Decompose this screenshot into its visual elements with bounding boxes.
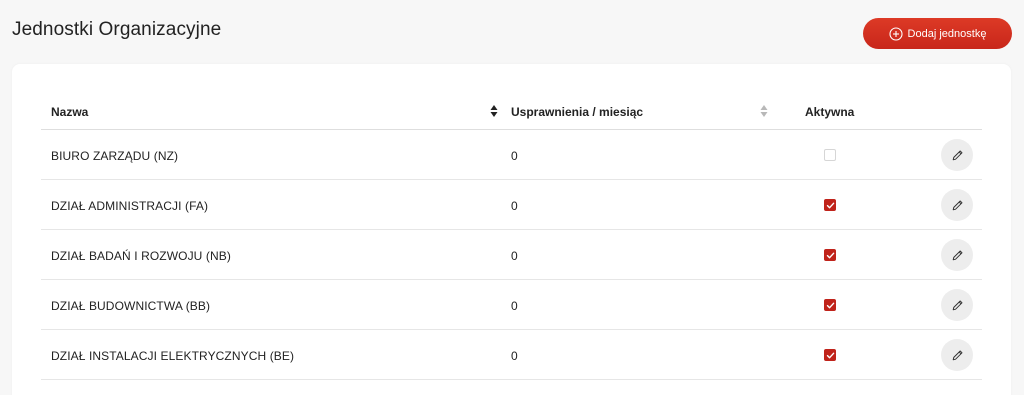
- unit-name: BIURO ZARZĄDU (NZ): [51, 149, 179, 163]
- edit-button[interactable]: [941, 289, 973, 321]
- units-card: Nazwa Usprawnienia / miesiąc Aktywna BIU…: [12, 64, 1011, 395]
- column-header-active: Aktywna: [805, 105, 855, 119]
- pencil-icon: [952, 150, 962, 160]
- table-row: DZIAŁ INSTALACJI ELEKTRYCZNYCH (BE) 0: [41, 330, 982, 380]
- unit-name: DZIAŁ INSTALACJI ELEKTRYCZNYCH (BE): [51, 349, 295, 363]
- edit-button[interactable]: [941, 139, 973, 171]
- add-unit-button[interactable]: Dodaj jednostkę: [863, 18, 1012, 49]
- active-checkbox[interactable]: [824, 349, 836, 361]
- unit-name: DZIAŁ BUDOWNICTWA (BB): [51, 299, 211, 313]
- column-header-improvements[interactable]: Usprawnienia / miesiąc: [511, 105, 643, 119]
- pencil-icon: [952, 350, 962, 360]
- check-icon: [826, 302, 834, 308]
- sort-ascending-icon[interactable]: [490, 104, 498, 118]
- unit-name: DZIAŁ BADAŃ I ROZWOJU (NB): [51, 249, 231, 263]
- improvements-count: 0: [511, 349, 518, 363]
- sort-icon[interactable]: [760, 104, 768, 118]
- plus-circle-icon: [888, 26, 903, 41]
- pencil-icon: [952, 250, 962, 260]
- column-header-name[interactable]: Nazwa: [51, 105, 88, 119]
- table-row: BIURO ZARZĄDU (NZ) 0: [41, 130, 982, 180]
- pencil-icon: [952, 300, 962, 310]
- edit-button[interactable]: [941, 339, 973, 371]
- active-checkbox[interactable]: [824, 299, 836, 311]
- improvements-count: 0: [511, 249, 518, 263]
- active-checkbox[interactable]: [824, 249, 836, 261]
- add-unit-button-label: Dodaj jednostkę: [907, 27, 987, 40]
- table-row: DZIAŁ ADMINISTRACJI (FA) 0: [41, 180, 982, 230]
- units-table: Nazwa Usprawnienia / miesiąc Aktywna BIU…: [41, 96, 982, 380]
- check-icon: [826, 352, 834, 358]
- improvements-count: 0: [511, 149, 518, 163]
- edit-button[interactable]: [941, 189, 973, 221]
- edit-button[interactable]: [941, 239, 973, 271]
- active-checkbox[interactable]: [824, 199, 836, 211]
- table-row: DZIAŁ BADAŃ I ROZWOJU (NB) 0: [41, 230, 982, 280]
- table-row: DZIAŁ BUDOWNICTWA (BB) 0: [41, 280, 982, 330]
- improvements-count: 0: [511, 299, 518, 313]
- page-title: Jednostki Organizacyjne: [12, 19, 222, 40]
- active-checkbox[interactable]: [824, 149, 836, 161]
- check-icon: [826, 202, 834, 208]
- check-icon: [826, 252, 834, 258]
- pencil-icon: [952, 200, 962, 210]
- improvements-count: 0: [511, 199, 518, 213]
- unit-name: DZIAŁ ADMINISTRACJI (FA): [51, 199, 209, 213]
- table-body: BIURO ZARZĄDU (NZ) 0 DZIAŁ ADMINISTRACJI (…: [41, 130, 982, 380]
- table-header: Nazwa Usprawnienia / miesiąc Aktywna: [41, 96, 982, 130]
